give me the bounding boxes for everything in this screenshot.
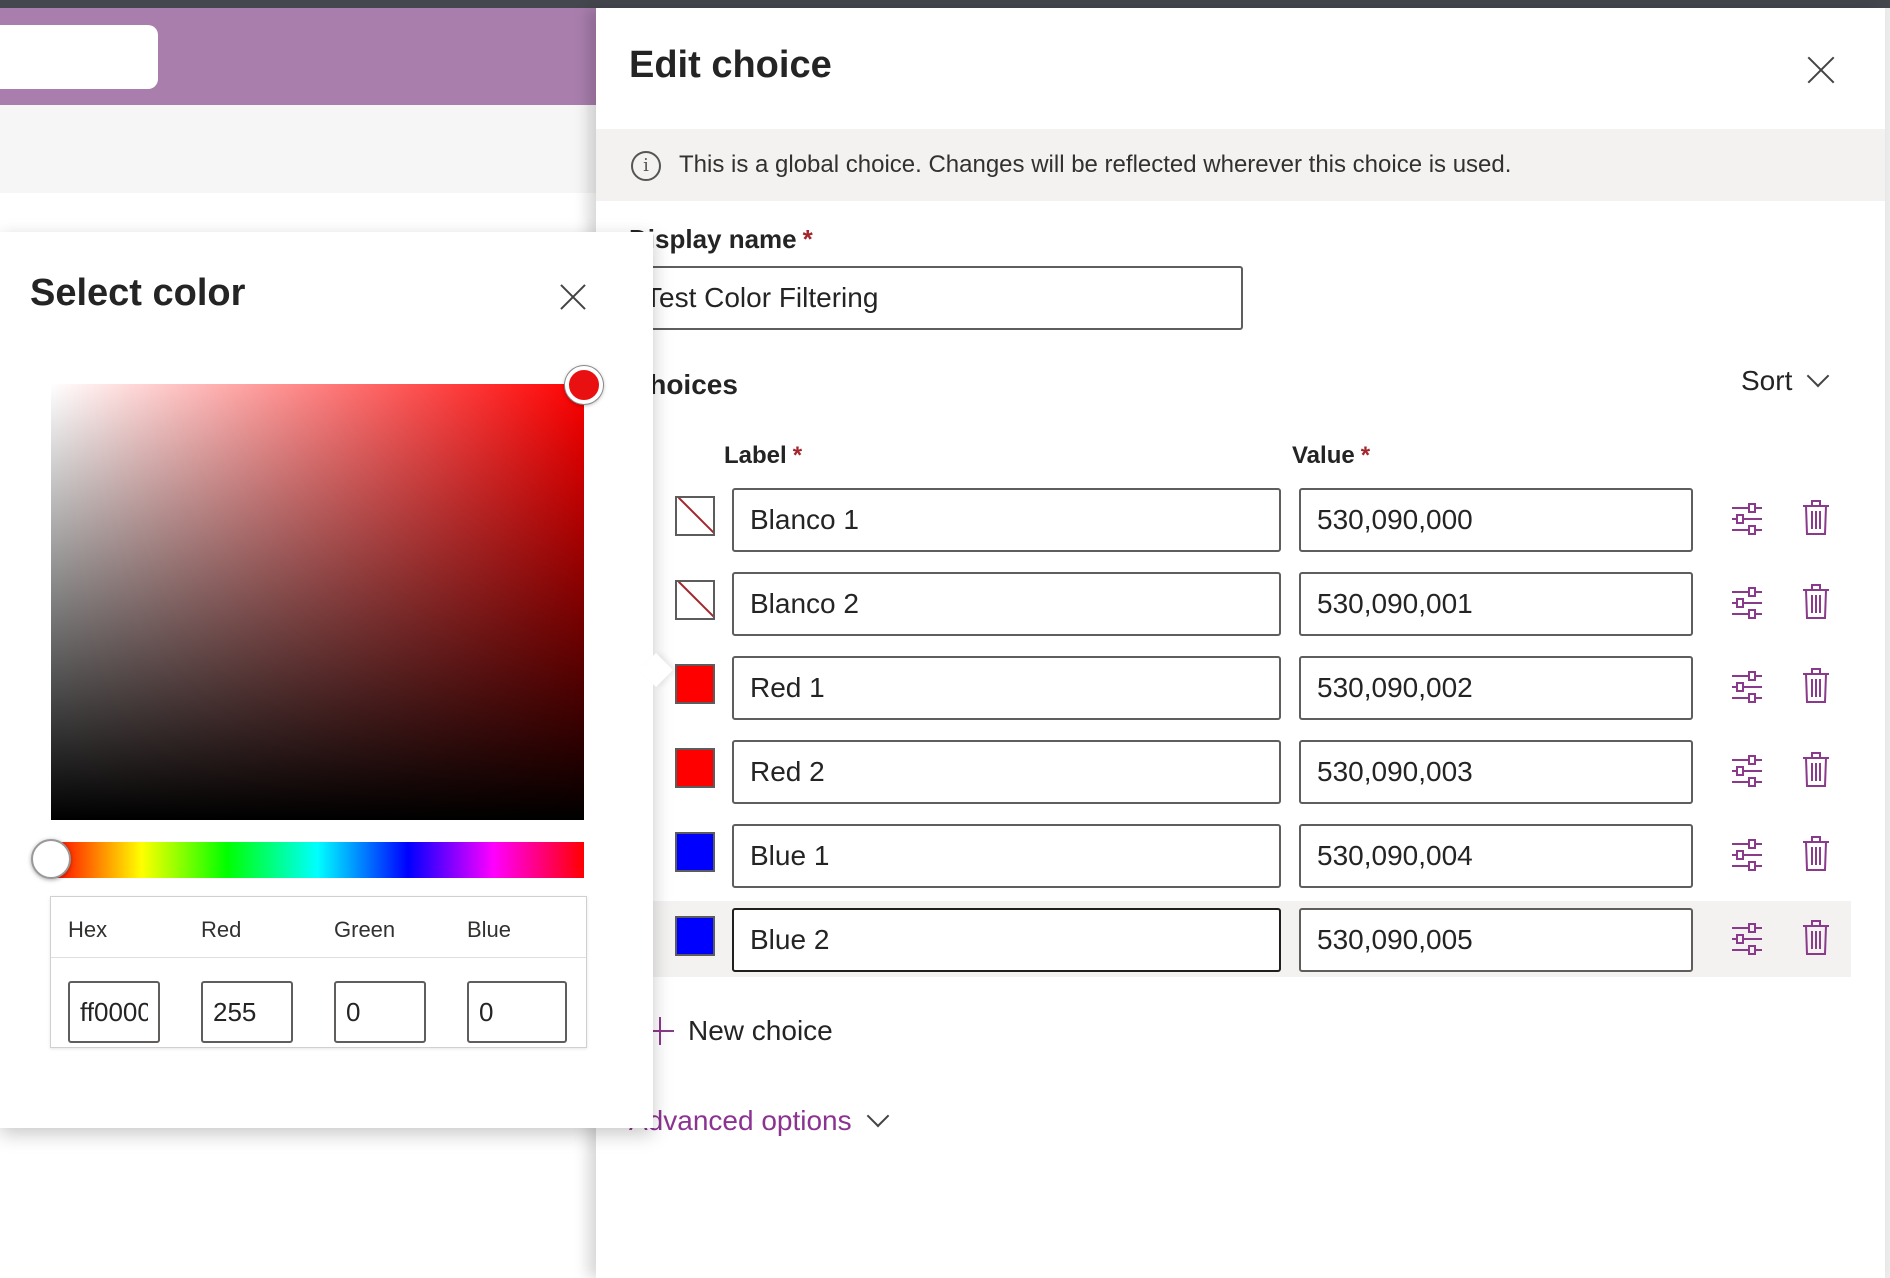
required-marker: *: [802, 224, 813, 254]
saturation-value-area[interactable]: [51, 384, 584, 820]
advanced-options-toggle[interactable]: Advanced options: [629, 1104, 889, 1137]
color-swatch-none[interactable]: [675, 580, 715, 620]
window-top-strip: [0, 0, 1890, 8]
advanced-options-label: Advanced options: [629, 1105, 852, 1136]
blue-input[interactable]: [467, 981, 567, 1043]
table-divider: [51, 957, 586, 958]
choice-value-input[interactable]: [1299, 824, 1693, 888]
choice-value-input[interactable]: [1299, 488, 1693, 552]
required-marker: *: [792, 442, 803, 469]
info-bar: i This is a global choice. Changes will …: [596, 129, 1885, 201]
choice-label-input[interactable]: [732, 908, 1281, 972]
color-swatch[interactable]: [675, 748, 715, 788]
close-icon[interactable]: [1803, 52, 1839, 88]
color-swatch-none[interactable]: [675, 496, 715, 536]
choice-row: [596, 649, 1851, 725]
trash-icon[interactable]: [1802, 668, 1830, 704]
value-column-header: Value *: [1292, 442, 1370, 470]
color-thumb[interactable]: [565, 366, 603, 404]
choice-label-input[interactable]: [732, 740, 1281, 804]
green-input[interactable]: [334, 981, 426, 1043]
color-swatch[interactable]: [675, 832, 715, 872]
display-name-label-text: Display name: [629, 224, 797, 254]
color-swatch[interactable]: [675, 664, 715, 704]
hue-slider[interactable]: [51, 842, 584, 878]
red-input[interactable]: [201, 981, 293, 1043]
label-column-header: Label *: [724, 442, 802, 470]
select-color-popup: Select color Hex Red Green Blue: [0, 232, 653, 1128]
chevron-down-icon: [1807, 364, 1830, 388]
trash-icon[interactable]: [1802, 920, 1830, 956]
sort-button[interactable]: Sort: [1741, 364, 1830, 397]
value-column-text: Value: [1292, 442, 1355, 469]
tune-icon[interactable]: [1730, 839, 1764, 871]
hex-header: Hex: [68, 917, 108, 942]
red-header: Red: [201, 917, 242, 942]
choice-value-input[interactable]: [1299, 908, 1693, 972]
panel-title: Edit choice: [629, 44, 832, 86]
choice-label-input[interactable]: [732, 656, 1281, 720]
choice-value-input[interactable]: [1299, 572, 1693, 636]
command-bar: [0, 105, 600, 193]
choice-row: [596, 481, 1851, 557]
choice-row-selected: [596, 901, 1851, 977]
trash-icon[interactable]: [1802, 500, 1830, 536]
sort-label: Sort: [1741, 365, 1793, 396]
trash-icon[interactable]: [1802, 584, 1830, 620]
info-icon: i: [631, 151, 661, 181]
new-choice-button[interactable]: New choice: [646, 1015, 833, 1047]
trash-icon[interactable]: [1802, 752, 1830, 788]
display-name-label: Display name *: [629, 224, 813, 255]
choice-value-input[interactable]: [1299, 740, 1693, 804]
label-column-text: Label: [724, 442, 787, 469]
new-choice-label: New choice: [688, 1015, 833, 1046]
choice-label-input[interactable]: [732, 824, 1281, 888]
tune-icon[interactable]: [1730, 923, 1764, 955]
edit-choice-panel: Edit choice i This is a global choice. C…: [596, 8, 1885, 1278]
hex-input[interactable]: [68, 981, 160, 1043]
chevron-down-icon: [866, 1104, 889, 1128]
app-search-box[interactable]: [0, 25, 158, 89]
blue-header: Blue: [467, 917, 512, 942]
hue-thumb[interactable]: [31, 839, 71, 879]
popup-title: Select color: [30, 272, 246, 314]
tune-icon[interactable]: [1730, 671, 1764, 703]
choice-label-input[interactable]: [732, 488, 1281, 552]
trash-icon[interactable]: [1802, 836, 1830, 872]
tune-icon[interactable]: [1730, 587, 1764, 619]
required-marker: *: [1360, 442, 1371, 469]
color-values-table: Hex Red Green Blue: [50, 896, 587, 1048]
info-text: This is a global choice. Changes will be…: [679, 151, 1512, 178]
choice-row: [596, 817, 1851, 893]
color-swatch[interactable]: [675, 916, 715, 956]
choice-value-input[interactable]: [1299, 656, 1693, 720]
display-name-input[interactable]: [629, 266, 1243, 330]
tune-icon[interactable]: [1730, 503, 1764, 535]
choice-row: [596, 733, 1851, 809]
close-icon[interactable]: [556, 280, 590, 314]
choice-row: [596, 565, 1851, 641]
scroll-gutter: [1885, 8, 1890, 1278]
choice-label-input[interactable]: [732, 572, 1281, 636]
green-header: Green: [334, 917, 396, 942]
tune-icon[interactable]: [1730, 755, 1764, 787]
